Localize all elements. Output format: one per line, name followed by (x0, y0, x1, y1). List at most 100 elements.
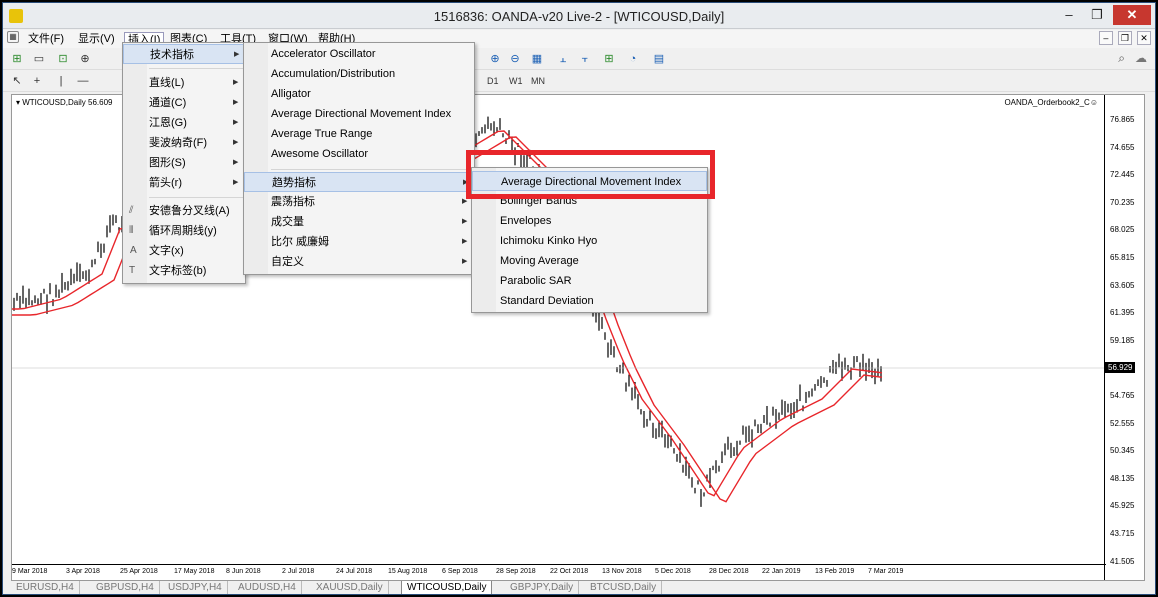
chart-tab[interactable]: USDJPY,H4 (163, 581, 228, 594)
vertical-line-icon[interactable]: | (53, 73, 69, 89)
trend-moving-average[interactable]: Moving Average (472, 251, 707, 271)
time-tick: 22 Oct 2018 (550, 568, 589, 575)
menu-view[interactable]: 显示(V) (75, 32, 118, 47)
crosshair-icon[interactable]: + (29, 73, 45, 89)
menu-separator (271, 169, 471, 170)
insert-menu-text-label[interactable]: T 文字标签(b) (123, 261, 245, 281)
menu-file[interactable]: 文件(F) (25, 32, 67, 47)
insert-menu-cycle-lines[interactable]: ⦀ 循环周期线(y) (123, 221, 245, 241)
indicator-accelerator-oscillator[interactable]: Accelerator Oscillator (244, 44, 474, 64)
chart-tab[interactable]: EURUSD,H4 (11, 581, 80, 594)
price-tick: 41.505 (1110, 556, 1135, 566)
trend-envelopes[interactable]: Envelopes (472, 211, 707, 231)
submenu-arrow-icon: ▶ (233, 179, 239, 186)
time-tick: 9 Mar 2018 (12, 568, 48, 575)
new-chart-icon[interactable]: ⊞ (9, 51, 25, 67)
insert-menu-gann[interactable]: 江恩(G) ▶ (123, 113, 245, 133)
time-tick: 28 Sep 2018 (496, 568, 536, 575)
data-window-icon[interactable]: ⊕ (77, 51, 93, 67)
zoom-out-icon[interactable]: ⊖ (507, 51, 523, 67)
time-tick: 8 Jun 2018 (226, 568, 261, 575)
pitchfork-icon: ⫽ (129, 205, 134, 216)
price-tick: 72.445 (1110, 170, 1135, 180)
indicator-adx[interactable]: Average Directional Movement Index (244, 104, 474, 124)
indicator-average-true-range[interactable]: Average True Range (244, 124, 474, 144)
chart-tab[interactable]: BTCUSD,Daily (585, 581, 663, 594)
profiles-icon[interactable]: ▭ (31, 51, 47, 67)
price-tick: 61.395 (1110, 308, 1135, 318)
time-tick: 13 Nov 2018 (602, 568, 642, 575)
indicators-trend-submenu[interactable]: 趋势指标 ▶ (244, 172, 474, 192)
minimize-button[interactable]: – (1055, 5, 1083, 25)
trend-ichimoku[interactable]: Ichimoku Kinko Hyo (472, 231, 707, 251)
indicator-accumulation-distribution[interactable]: Accumulation/Distribution (244, 64, 474, 84)
mdi-restore-button[interactable]: ❐ (1117, 31, 1132, 45)
chart-tab[interactable]: AUDUSD,H4 (233, 581, 302, 594)
insert-menu-text[interactable]: A 文字(x) (123, 241, 245, 261)
maximize-button[interactable]: ❐ (1083, 5, 1111, 25)
time-tick: 2 Jul 2018 (282, 568, 315, 575)
tile-windows-icon[interactable]: ▦ (529, 51, 545, 67)
price-tick: 68.025 (1110, 225, 1135, 235)
submenu-arrow-icon: ▶ (233, 119, 239, 126)
price-tick: 59.185 (1110, 335, 1135, 345)
price-tick: 43.715 (1110, 529, 1135, 538)
cycle-lines-icon: ⦀ (129, 225, 134, 236)
chart-tab[interactable]: GBPJPY,Daily (505, 581, 580, 594)
zoom-in-icon[interactable]: ⊕ (487, 51, 503, 67)
indicators-oscillators-submenu[interactable]: 震荡指标 ▶ (244, 192, 474, 212)
close-button[interactable]: ✕ (1113, 5, 1151, 25)
trend-parabolic-sar[interactable]: Parabolic SAR (472, 271, 707, 291)
price-tick: 45.925 (1110, 501, 1135, 511)
price-tick: 76.865 (1110, 115, 1135, 124)
chart-shift-icon[interactable]: ⫠ (555, 51, 571, 67)
indicators-custom-submenu[interactable]: 自定义 ▶ (244, 252, 474, 272)
insert-menu-fibonacci[interactable]: 斐波纳奇(F) ▶ (123, 133, 245, 153)
submenu-arrow-icon: ▶ (234, 51, 240, 58)
periods-icon[interactable]: ◔ (625, 51, 641, 67)
price-tick: 70.235 (1110, 197, 1135, 207)
chart-tab[interactable]: GBPUSD,H4 (91, 581, 160, 594)
submenu-arrow-icon: ▶ (233, 79, 239, 86)
indicator-alligator[interactable]: Alligator (244, 84, 474, 104)
timeframe-mn-button[interactable]: MN (528, 73, 548, 89)
highlight-annotation-box (466, 150, 715, 199)
insert-menu-arrows[interactable]: 箭头(r) ▶ (123, 173, 245, 193)
chart-tab[interactable]: XAUUSD,Daily (311, 581, 389, 594)
time-tick: 28 Dec 2018 (709, 568, 749, 575)
cursor-icon[interactable]: ↖ (9, 73, 25, 89)
market-watch-icon[interactable]: ⊡ (55, 51, 71, 67)
indicator-awesome-oscillator[interactable]: Awesome Oscillator (244, 144, 474, 164)
insert-menu-andrews-pitchfork[interactable]: ⫽ 安德鲁分叉线(A) (123, 201, 245, 221)
price-tick: 63.605 (1110, 280, 1135, 290)
time-tick: 3 Apr 2018 (66, 568, 100, 575)
autoscroll-icon[interactable]: ⫟ (577, 51, 593, 67)
mdi-controls: – ❐ ✕ (1097, 31, 1151, 45)
search-icon[interactable]: ⌕ (1118, 51, 1125, 66)
indicators-volumes-submenu[interactable]: 成交量 ▶ (244, 212, 474, 232)
insert-menu-shapes[interactable]: 图形(S) ▶ (123, 153, 245, 173)
submenu-arrow-icon: ▶ (233, 99, 239, 106)
price-axis: 76.865 74.655 72.445 70.235 68.025 65.815 63.6… (1104, 95, 1144, 580)
indicators-list-icon[interactable]: ⊞ (601, 51, 617, 67)
text-icon: A (130, 245, 137, 256)
window-title: 1516836: OANDA-v20 Live-2 - [WTICOUSD,Da… (433, 9, 725, 24)
text-label-icon: T (129, 265, 136, 276)
insert-menu-channels[interactable]: 通道(C) ▶ (123, 93, 245, 113)
chart-tab[interactable]: WTICOUSD,Daily (401, 581, 493, 594)
submenu-arrow-icon: ▶ (462, 238, 468, 245)
timeframe-d1-button[interactable]: D1 (484, 73, 502, 89)
time-tick: 6 Sep 2018 (442, 568, 478, 575)
time-tick: 25 Apr 2018 (120, 568, 158, 575)
community-icon[interactable]: ☁ (1135, 51, 1147, 65)
horizontal-line-icon[interactable]: — (75, 73, 91, 89)
indicators-bill-williams-submenu[interactable]: 比尔 威廉姆 ▶ (244, 232, 474, 252)
insert-menu-lines[interactable]: 直线(L) ▶ (123, 73, 245, 93)
time-tick: 5 Dec 2018 (655, 568, 691, 575)
mdi-close-button[interactable]: ✕ (1137, 31, 1151, 45)
mdi-minimize-button[interactable]: – (1098, 31, 1113, 45)
insert-menu-technical-indicators[interactable]: 技术指标 ▶ (123, 44, 245, 64)
trend-standard-deviation[interactable]: Standard Deviation (472, 291, 707, 311)
timeframe-w1-button[interactable]: W1 (506, 73, 526, 89)
templates-icon[interactable]: ▤ (651, 51, 667, 67)
